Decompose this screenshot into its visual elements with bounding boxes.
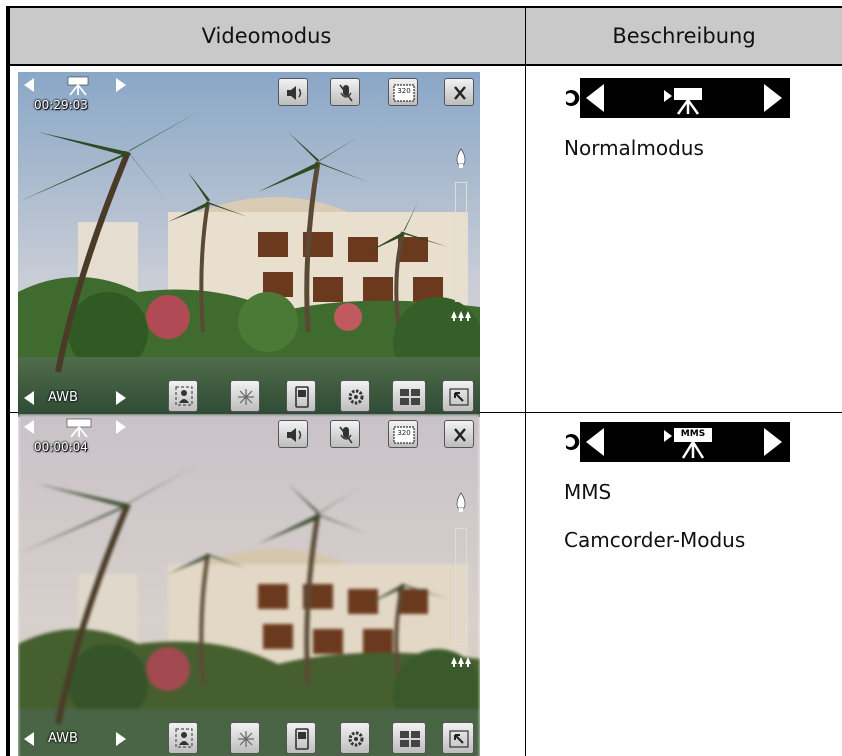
description-mms: MMS: [564, 480, 612, 504]
description-normalmodus: Normalmodus: [564, 136, 704, 160]
awb-next-arrow[interactable]: [116, 391, 126, 405]
mode-next-arrow[interactable]: [116, 78, 126, 92]
column-divider: [525, 66, 526, 756]
speaker-icon: [287, 86, 302, 100]
resolution-badge-text: 320: [397, 87, 411, 95]
video-hud-mms: 00:00:04 320 AWB: [18, 414, 480, 756]
mode-prev-arrow[interactable]: [24, 78, 34, 92]
settings-button[interactable]: [340, 722, 370, 754]
speaker-icon: [287, 428, 302, 442]
layout-button[interactable]: [392, 722, 426, 754]
storage-button[interactable]: [286, 722, 316, 754]
awb-prev-arrow[interactable]: [24, 732, 34, 746]
zoom-in-icon[interactable]: [454, 492, 468, 514]
zoom-out-icon[interactable]: [450, 656, 472, 668]
speaker-button[interactable]: [278, 78, 308, 106]
scene-mode-button[interactable]: [168, 722, 198, 754]
mms-mode-bar-graphic: [566, 422, 790, 462]
microphone-button[interactable]: [330, 420, 360, 448]
pointer-icon: [566, 90, 580, 106]
pointer-icon: [566, 434, 580, 450]
settings-icon: [348, 731, 364, 747]
close-button[interactable]: [444, 78, 474, 106]
zoom-in-icon[interactable]: [454, 148, 468, 170]
camcorder-icon: [674, 88, 702, 100]
awb-label: AWB: [48, 390, 78, 405]
mode-prev-arrow[interactable]: [24, 420, 34, 434]
settings-icon: [348, 389, 364, 405]
camcorder-mode-icon: [67, 76, 89, 96]
layout-button[interactable]: [392, 380, 426, 412]
zoom-slider[interactable]: [455, 528, 467, 648]
minimize-button[interactable]: [442, 722, 474, 754]
effects-button[interactable]: [230, 380, 260, 412]
close-icon: [454, 428, 466, 442]
mic-muted-icon: [339, 426, 353, 444]
layout-icon: [400, 389, 420, 405]
speaker-button[interactable]: [278, 420, 308, 448]
resolution-button[interactable]: 320: [388, 420, 418, 448]
effects-icon: [238, 731, 254, 747]
resolution-button[interactable]: 320: [388, 78, 418, 106]
settings-button[interactable]: [340, 380, 370, 412]
header-beschreibung-label: Beschreibung: [612, 24, 756, 48]
scene-photo: [18, 72, 480, 417]
header-videomodus-label: Videomodus: [201, 24, 332, 48]
effects-icon: [238, 389, 254, 405]
resolution-badge-text: 320: [397, 429, 411, 437]
close-button[interactable]: [444, 420, 474, 448]
awb-label: AWB: [48, 731, 78, 746]
mms-badge-text: MMS: [680, 429, 706, 439]
zoom-slider[interactable]: [455, 182, 467, 302]
awb-next-arrow[interactable]: [116, 732, 126, 746]
mode-next-arrow[interactable]: [116, 420, 126, 434]
table-left-border: [6, 6, 10, 756]
mode-selector-normal: [566, 78, 790, 118]
minimize-icon: [449, 730, 469, 748]
minimize-button[interactable]: [442, 380, 474, 412]
scene-mode-icon: [175, 728, 193, 748]
minimize-icon: [449, 388, 469, 406]
scene-mode-icon: [175, 386, 193, 406]
microphone-button[interactable]: [330, 78, 360, 106]
zoom-out-icon[interactable]: [450, 310, 472, 322]
video-mode-table: Videomodus Beschreibung 00:29:03 320 AWB…: [0, 0, 842, 756]
storage-icon: [295, 386, 309, 408]
layout-icon: [400, 731, 420, 747]
recording-timer: 00:29:03: [34, 98, 88, 112]
header-beschreibung: Beschreibung: [526, 6, 842, 66]
header-videomodus: Videomodus: [6, 6, 526, 66]
effects-button[interactable]: [230, 722, 260, 754]
video-preview-normal: 00:29:03 320 AWB: [18, 72, 480, 417]
mms-mode-icon: [66, 418, 92, 438]
close-icon: [454, 86, 466, 100]
storage-button[interactable]: [286, 380, 316, 412]
awb-prev-arrow[interactable]: [24, 391, 34, 405]
description-camcorder-modus: Camcorder-Modus: [564, 528, 746, 552]
recording-timer: 00:00:04: [34, 440, 88, 454]
mic-muted-icon: [339, 84, 353, 102]
storage-icon: [295, 728, 309, 750]
mode-selector-mms: MMS: [564, 422, 790, 462]
scene-mode-button[interactable]: [168, 380, 198, 412]
